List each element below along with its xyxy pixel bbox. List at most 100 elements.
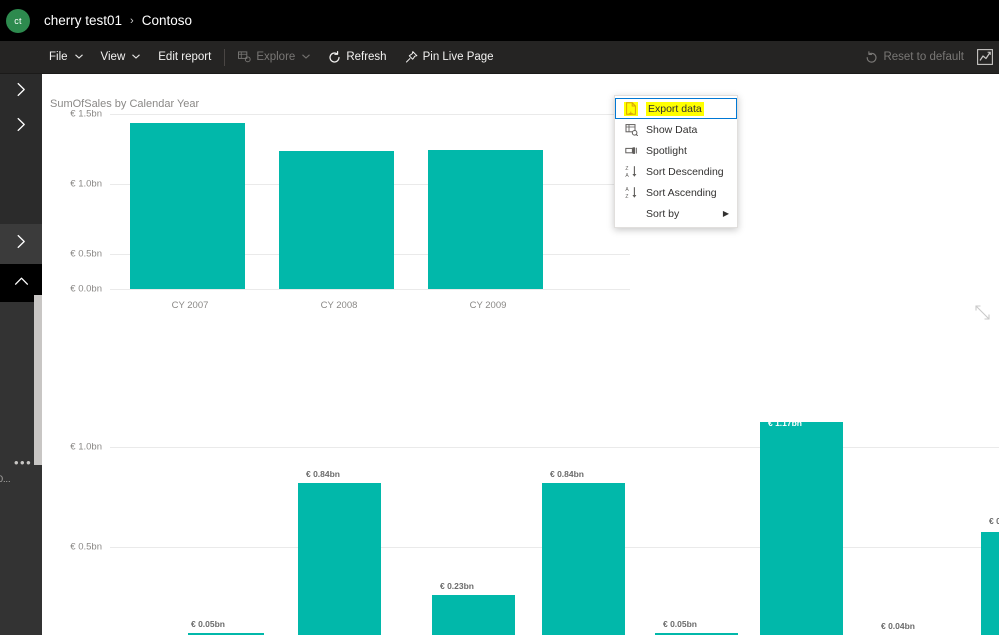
bar-cell-phones[interactable] [432, 595, 515, 635]
edit-report-button[interactable]: Edit report [149, 41, 220, 74]
bar-value-label: € 0.58bn [988, 516, 999, 526]
explore-icon [238, 51, 251, 64]
explore-label: Explore [256, 51, 296, 63]
rail-scrollbar[interactable] [34, 295, 42, 465]
file-menu-button[interactable]: File [40, 41, 92, 74]
refresh-label: Refresh [346, 51, 387, 63]
chevron-up-icon [14, 274, 29, 292]
svg-text:A: A [625, 173, 629, 178]
spotlight-icon [624, 144, 638, 158]
rail-more-options-button[interactable]: ••• [14, 456, 32, 469]
gridline [110, 114, 630, 115]
explore-button: Explore [229, 41, 319, 74]
avatar[interactable]: ct [6, 8, 30, 33]
chevron-down-icon [132, 53, 141, 61]
sort-descending-icon: Z A [624, 165, 638, 179]
chart-icon [977, 49, 993, 65]
chevron-right-icon [16, 117, 27, 137]
breadcrumb-report[interactable]: Contoso [142, 13, 192, 28]
context-menu-item-show-data[interactable]: Show Data [615, 119, 737, 140]
sales-by-calendar-year-visual[interactable]: SumOfSales by Calendar Year € 1.5bn € 1.… [42, 74, 999, 320]
context-menu-item-sort-descending[interactable]: Z A Sort Descending [615, 161, 737, 182]
plot-area [110, 114, 630, 290]
bar-value-label: € 0.23bn [439, 581, 475, 591]
bar-value-label: € 0.84bn [305, 469, 341, 479]
bar-value-label: € 0.04bn [880, 621, 916, 631]
bar-value-label: € 1.17bn [767, 418, 803, 428]
context-menu-item-label: Sort Ascending [646, 186, 717, 199]
y-axis-tick-label: € 0.0bn [70, 283, 102, 295]
gridline [110, 289, 630, 290]
plot-area [110, 414, 999, 635]
expand-pane-3-button[interactable] [0, 224, 42, 264]
y-axis-tick-label: € 1.0bn [70, 441, 102, 453]
command-bar: File View Edit report Explore Refresh Pi… [0, 41, 999, 74]
bar-cy-2009[interactable] [428, 150, 543, 289]
view-menu-button[interactable]: View [92, 41, 150, 74]
pin-live-page-button[interactable]: Pin Live Page [396, 41, 503, 74]
rail-truncated-text: 0... [0, 474, 11, 484]
x-axis-label: CY 2008 [320, 300, 358, 311]
context-menu-item-export-data[interactable]: Export data [615, 98, 737, 119]
breadcrumb-separator-icon: › [130, 14, 134, 27]
undo-icon [865, 50, 878, 64]
y-axis-tick-label: € 1.0bn [70, 178, 102, 190]
context-menu-item-spotlight[interactable]: Spotlight [615, 140, 737, 161]
context-menu-item-sort-ascending[interactable]: A Z Sort Ascending [615, 182, 737, 203]
chevron-down-icon [302, 53, 311, 61]
file-menu-label: File [49, 51, 68, 63]
svg-text:Z: Z [625, 194, 628, 199]
bar-tv-and-video[interactable] [981, 532, 999, 635]
sales-by-product-category-visual[interactable]: € 1.0bn € 0.5bn € 0.0bn € 0.05bn € 0. [42, 329, 999, 635]
bar-cameras-and-camcorders[interactable] [298, 483, 381, 635]
chevron-down-icon [74, 53, 83, 61]
view-menu-label: View [100, 51, 126, 63]
chart-view-button[interactable] [973, 41, 999, 74]
chevron-right-icon [16, 234, 27, 254]
refresh-button[interactable]: Refresh [319, 41, 395, 74]
context-menu-item-label: Sort Descending [646, 165, 724, 178]
reset-to-default-button: Reset to default [856, 41, 973, 74]
y-axis-tick-label: € 1.5bn [70, 108, 102, 120]
left-navigation-rail: ••• 0... [0, 74, 42, 635]
expand-pane-1-button[interactable] [0, 74, 42, 109]
gridline [110, 447, 999, 448]
x-axis-label: CY 2007 [171, 300, 209, 311]
command-bar-divider [224, 48, 226, 66]
top-header-bar: ct cherry test01 › Contoso [0, 0, 999, 41]
bar-value-label: € 0.05bn [662, 619, 698, 629]
show-data-icon [624, 123, 638, 137]
power-bi-report-page: ct cherry test01 › Contoso File View Edi… [0, 0, 999, 635]
context-menu-item-sort-by[interactable]: Sort by ▶ [615, 203, 737, 224]
expand-pane-2-button[interactable] [0, 109, 42, 144]
x-axis-label: CY 2009 [469, 300, 507, 311]
bar-cy-2008[interactable] [279, 151, 394, 289]
bar-value-label: € 0.05bn [190, 619, 226, 629]
y-axis-tick-label: € 0.5bn [70, 248, 102, 260]
edit-report-label: Edit report [158, 51, 212, 63]
svg-text:A: A [625, 187, 629, 193]
refresh-icon [328, 50, 341, 64]
svg-text:Z: Z [625, 166, 628, 172]
context-menu-item-label: Show Data [646, 123, 698, 136]
command-bar-right-group: Reset to default [856, 41, 999, 74]
bar-computers[interactable] [542, 483, 625, 635]
bar-cy-2007[interactable] [130, 123, 245, 289]
chevron-right-icon: ▶ [722, 209, 729, 218]
focus-mode-icon[interactable] [975, 305, 990, 325]
pin-icon [405, 51, 418, 64]
rail-filler [0, 144, 42, 224]
context-menu-item-label: Sort by [646, 207, 680, 220]
reset-to-default-label: Reset to default [883, 51, 964, 63]
context-menu-item-label: Spotlight [646, 144, 687, 157]
breadcrumb-workspace[interactable]: cherry test01 [44, 13, 122, 28]
bar-value-label: € 0.84bn [549, 469, 585, 479]
bar-home-appliances[interactable] [760, 422, 843, 635]
chevron-right-icon [16, 82, 27, 102]
y-axis-tick-label: € 0.5bn [70, 541, 102, 553]
report-canvas: SumOfSales by Calendar Year € 1.5bn € 1.… [42, 74, 999, 635]
export-data-icon [624, 101, 638, 116]
context-menu-item-label: Export data [646, 101, 704, 116]
visual-options-context-menu: Export data Show Data Spotlight Z A Sort… [614, 95, 738, 228]
breadcrumb: cherry test01 › Contoso [44, 13, 192, 28]
